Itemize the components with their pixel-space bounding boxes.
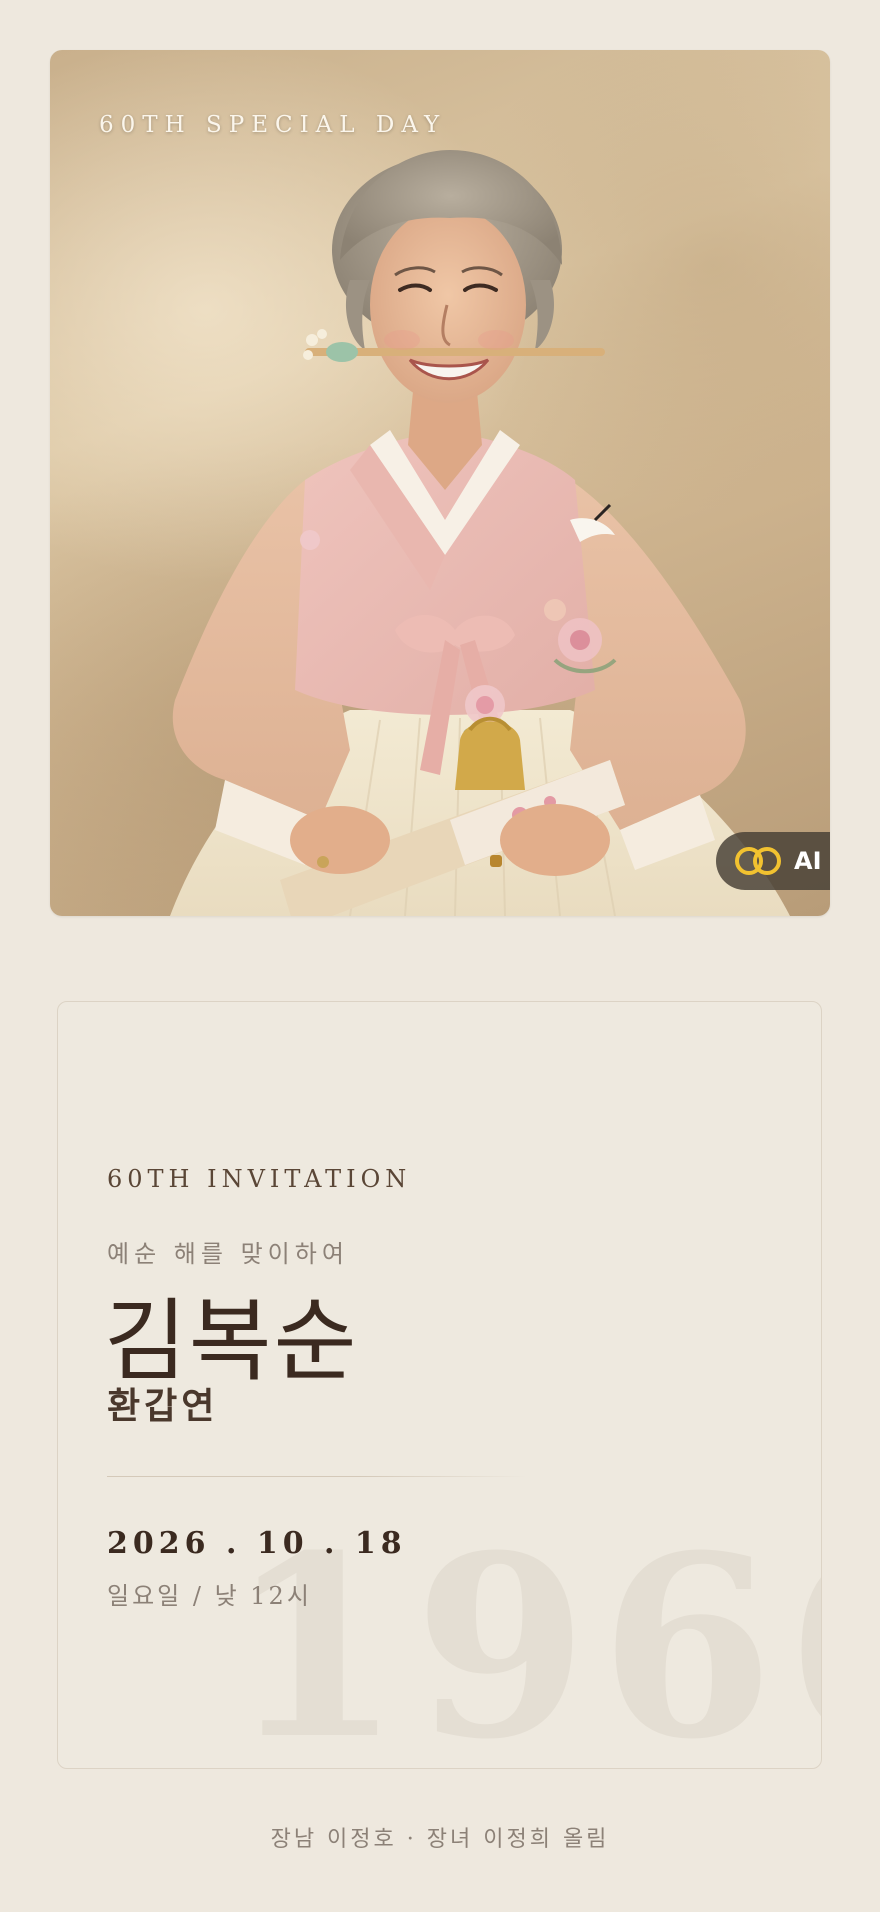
event-title: 환갑연: [107, 1385, 219, 1427]
event-date: 2026 . 10 . 18: [107, 1526, 407, 1561]
interlocking-rings-icon: [735, 847, 781, 875]
divider: [107, 1476, 527, 1477]
invitation-card: 1966 60TH INVITATION 예순 해를 맞이하여 김복순 환갑연 …: [57, 1001, 822, 1769]
invitation-subtitle: 예순 해를 맞이하여: [107, 1240, 349, 1268]
portrait-image: [170, 150, 790, 916]
invitation-eyebrow: 60TH INVITATION: [107, 1165, 412, 1193]
portrait-photo-card: 60TH SPECIAL DAY AI: [50, 50, 830, 916]
ai-badge[interactable]: AI: [716, 832, 830, 890]
photo-eyebrow-text: 60TH SPECIAL DAY: [99, 112, 447, 138]
hosts-signature: 장남 이정호 · 장녀 이정희 올림: [270, 1827, 610, 1852]
ai-badge-label: AI: [794, 847, 822, 875]
event-time: 일요일 / 낮 12시: [107, 1582, 312, 1610]
